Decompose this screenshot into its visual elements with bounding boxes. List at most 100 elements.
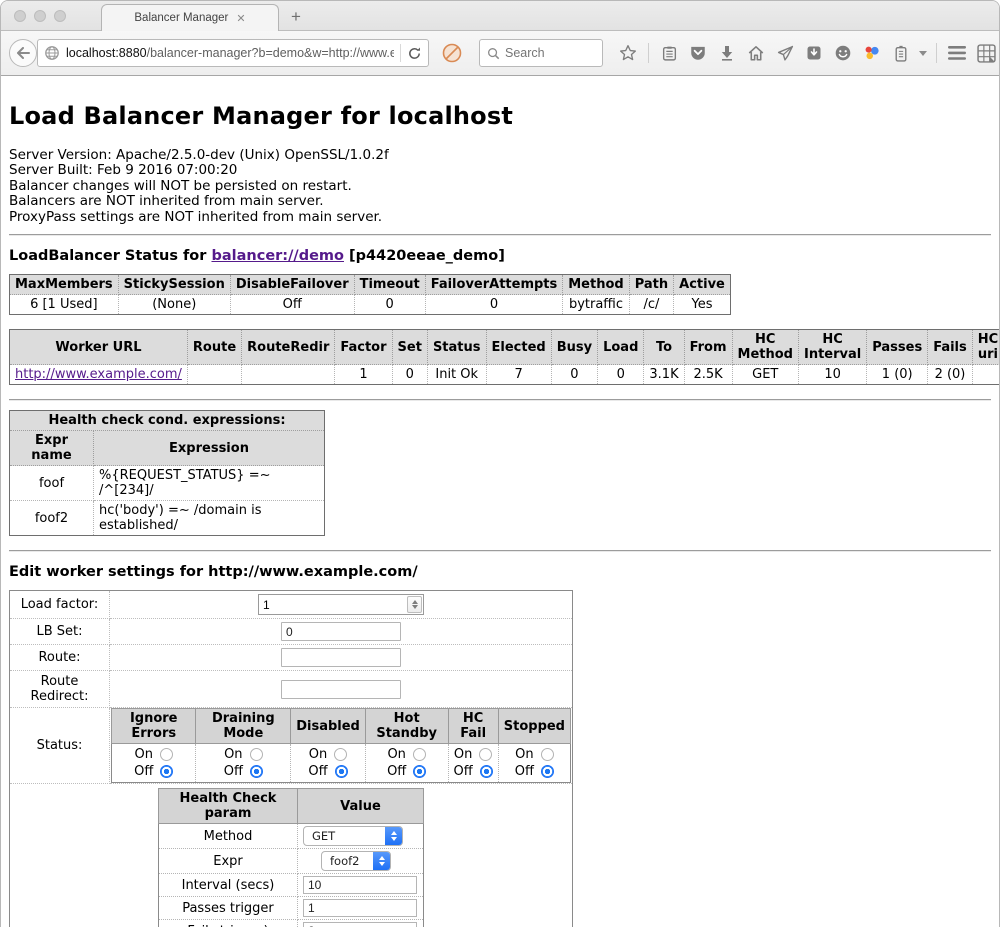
extension-color-dots-icon[interactable]	[861, 42, 883, 64]
col-route: Route	[187, 330, 241, 365]
col-active: Active	[674, 275, 731, 295]
load-factor-input[interactable]	[259, 597, 407, 613]
home-icon[interactable]	[745, 42, 767, 64]
hc-interval-row: Interval (secs)	[159, 874, 424, 897]
col-timeout: Timeout	[354, 275, 425, 295]
minimize-window-button[interactable]	[34, 10, 46, 22]
route-redirect-label: Route Redirect:	[10, 671, 110, 708]
hot-standby-options: On Off	[365, 744, 448, 783]
status-heading-prefix: LoadBalancer Status for	[9, 248, 211, 264]
cell-elected: 7	[486, 365, 551, 385]
health-check-row: Health Check param Value Method GET	[10, 784, 573, 927]
url-text[interactable]: localhost:8880/balancer-manager?b=demo&w…	[66, 46, 394, 60]
lb-set-input[interactable]	[281, 622, 401, 641]
route-redirect-input[interactable]	[281, 680, 401, 699]
disabled-off-radio[interactable]	[335, 765, 348, 778]
navigation-toolbar: localhost:8880/balancer-manager?b=demo&w…	[1, 30, 999, 76]
search-input[interactable]	[505, 46, 595, 60]
stopped-on-radio[interactable]	[541, 748, 554, 761]
col-set: Set	[392, 330, 427, 365]
cell-failoverattempts: 0	[425, 295, 563, 315]
hc-fails-label: Fails trigger)	[159, 920, 298, 927]
menu-hamburger-icon[interactable]	[946, 42, 968, 64]
table-header-row: Expr name Expression	[10, 431, 325, 466]
server-version: Server Version: Apache/2.5.0-dev (Unix) …	[9, 148, 991, 163]
hc-fail-off-radio[interactable]	[480, 765, 493, 778]
col-maxmembers: MaxMembers	[10, 275, 119, 295]
cell-passes: 1 (0)	[867, 365, 928, 385]
col-disabled: Disabled	[291, 709, 366, 744]
notice-persist: Balancer changes will NOT be persisted o…	[9, 179, 991, 194]
reload-icon[interactable]	[407, 46, 422, 61]
cell-to: 3.1K	[644, 365, 684, 385]
on-label: On	[515, 746, 533, 763]
hc-passes-input[interactable]	[303, 899, 417, 917]
on-label: On	[309, 746, 327, 763]
zoom-window-button[interactable]	[54, 10, 66, 22]
hot-standby-off-radio[interactable]	[413, 765, 426, 778]
ignore-errors-options: On Off	[112, 744, 196, 783]
off-label: Off	[224, 763, 243, 780]
health-check-expressions-table: Health check cond. expressions: Expr nam…	[9, 410, 325, 536]
toolbar-divider	[648, 43, 649, 63]
cell-set: 0	[392, 365, 427, 385]
close-window-button[interactable]	[14, 10, 26, 22]
save-page-icon[interactable]	[803, 42, 825, 64]
lb-set-row: LB Set:	[10, 619, 573, 645]
cell-from: 2.5K	[684, 365, 732, 385]
load-factor-field[interactable]	[258, 594, 424, 615]
new-tab-button[interactable]: +	[291, 7, 301, 27]
hc-fails-input[interactable]	[303, 922, 417, 927]
cell-route	[187, 365, 241, 385]
urlbar-divider	[400, 44, 401, 62]
ignore-errors-on-radio[interactable]	[160, 748, 173, 761]
pocket-icon[interactable]	[687, 42, 709, 64]
stopped-off-radio[interactable]	[541, 765, 554, 778]
notice-proxypass: ProxyPass settings are NOT inherited fro…	[9, 210, 991, 225]
hot-standby-on-radio[interactable]	[413, 748, 426, 761]
tab-groups-grid-icon[interactable]	[975, 42, 997, 64]
status-label: Status:	[10, 708, 110, 784]
col-hot-standby: Hot Standby	[365, 709, 448, 744]
disabled-on-radio[interactable]	[334, 748, 347, 761]
tab-balancer-manager[interactable]: Balancer Manager ✕	[101, 4, 279, 31]
bookmark-star-icon[interactable]	[617, 42, 639, 64]
toolbar-divider-2	[936, 43, 937, 63]
notes-battery-icon[interactable]	[890, 42, 912, 64]
downloads-icon[interactable]	[716, 42, 738, 64]
status-heading-suffix: [p4420eeae_demo]	[344, 248, 505, 264]
number-stepper-icon[interactable]	[407, 596, 422, 613]
route-redirect-row: Route Redirect:	[10, 671, 573, 708]
chevron-down-icon[interactable]	[919, 51, 927, 56]
col-path: Path	[629, 275, 673, 295]
draining-mode-off-radio[interactable]	[250, 765, 263, 778]
window-controls[interactable]	[14, 10, 66, 22]
content-blocker-icon[interactable]	[441, 42, 463, 64]
url-bar[interactable]: localhost:8880/balancer-manager?b=demo&w…	[37, 39, 429, 67]
loadbalancer-status-heading: LoadBalancer Status for balancer://demo …	[9, 248, 991, 264]
search-bar[interactable]	[479, 39, 603, 67]
tab-close-icon[interactable]: ✕	[236, 13, 245, 24]
col-factor: Factor	[335, 330, 392, 365]
hc-expr-select[interactable]: foof2	[321, 851, 391, 871]
back-button[interactable]	[9, 39, 37, 67]
hc-passes-label: Passes trigger	[159, 897, 298, 920]
worker-url-link[interactable]: http://www.example.com/	[15, 367, 182, 382]
cell-expr-name: foof2	[10, 501, 94, 536]
hc-fail-on-radio[interactable]	[479, 748, 492, 761]
feedback-smiley-icon[interactable]	[832, 42, 854, 64]
hc-method-select[interactable]: GET	[303, 826, 403, 846]
route-input[interactable]	[281, 648, 401, 667]
cell-expression: %{REQUEST_STATUS} =~ /^[234]/	[94, 466, 325, 501]
ignore-errors-off-radio[interactable]	[160, 765, 173, 778]
cell-fails: 2 (0)	[928, 365, 973, 385]
cell-busy: 0	[551, 365, 597, 385]
share-plane-icon[interactable]	[774, 42, 796, 64]
hc-interval-input[interactable]	[303, 876, 417, 894]
draining-mode-on-radio[interactable]	[250, 748, 263, 761]
reading-list-icon[interactable]	[658, 42, 680, 64]
balancer-demo-link[interactable]: balancer://demo	[211, 248, 344, 264]
status-options-table: Ignore Errors Draining Mode Disabled Hot…	[111, 708, 571, 783]
server-info: Server Version: Apache/2.5.0-dev (Unix) …	[9, 148, 991, 225]
off-label: Off	[134, 763, 153, 780]
